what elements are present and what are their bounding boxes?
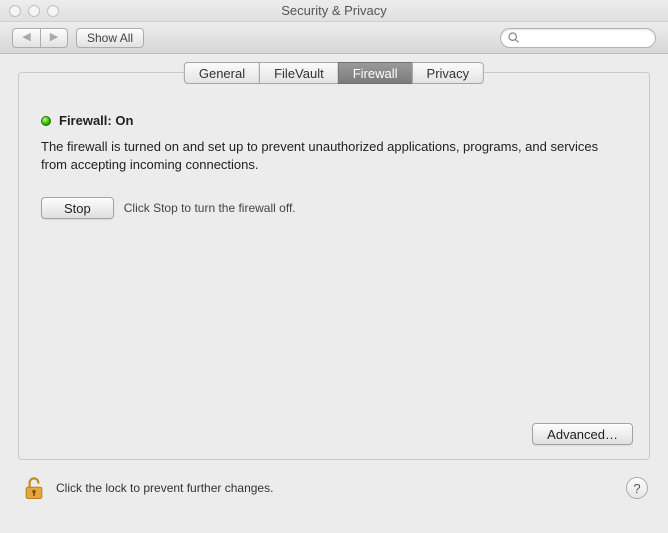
lock-wrap[interactable]: Click the lock to prevent further change… — [20, 474, 273, 502]
advanced-button[interactable]: Advanced… — [532, 423, 633, 445]
chevron-left-icon: ◀ — [22, 32, 30, 43]
tab-firewall[interactable]: Firewall — [338, 62, 413, 84]
nav-group: ◀ ▶ — [12, 28, 68, 48]
window-title: Security & Privacy — [0, 3, 668, 18]
tab-filevault[interactable]: FileVault — [259, 62, 339, 84]
lock-text: Click the lock to prevent further change… — [56, 481, 273, 495]
lock-open-icon — [20, 474, 48, 502]
minimize-dot[interactable] — [28, 5, 40, 17]
tabbar: General FileVault Firewall Privacy — [184, 62, 484, 84]
titlebar: Security & Privacy — [0, 0, 668, 22]
tab-general[interactable]: General — [184, 62, 260, 84]
close-dot[interactable] — [9, 5, 21, 17]
panel-body: Firewall: On The firewall is turned on a… — [19, 97, 649, 235]
help-button[interactable]: ? — [626, 477, 648, 499]
zoom-dot[interactable] — [47, 5, 59, 17]
search-wrap — [500, 28, 656, 48]
show-all-button[interactable]: Show All — [76, 28, 144, 48]
window-controls — [0, 5, 59, 17]
stop-button[interactable]: Stop — [41, 197, 114, 219]
tab-privacy[interactable]: Privacy — [412, 62, 485, 84]
stop-hint: Click Stop to turn the firewall off. — [124, 201, 296, 215]
help-icon: ? — [633, 481, 640, 496]
search-input[interactable] — [500, 28, 656, 48]
search-icon — [507, 31, 520, 44]
stop-row: Stop Click Stop to turn the firewall off… — [41, 197, 627, 219]
chevron-right-icon: ▶ — [50, 32, 58, 43]
status-indicator-icon — [41, 116, 51, 126]
toolbar: ◀ ▶ Show All — [0, 22, 668, 54]
status-row: Firewall: On — [41, 113, 627, 128]
forward-button[interactable]: ▶ — [40, 28, 68, 48]
main-panel: General FileVault Firewall Privacy Firew… — [18, 72, 650, 460]
status-label: Firewall: On — [59, 113, 133, 128]
status-description: The firewall is turned on and set up to … — [41, 138, 601, 173]
footer: Click the lock to prevent further change… — [0, 468, 668, 514]
back-button[interactable]: ◀ — [12, 28, 40, 48]
